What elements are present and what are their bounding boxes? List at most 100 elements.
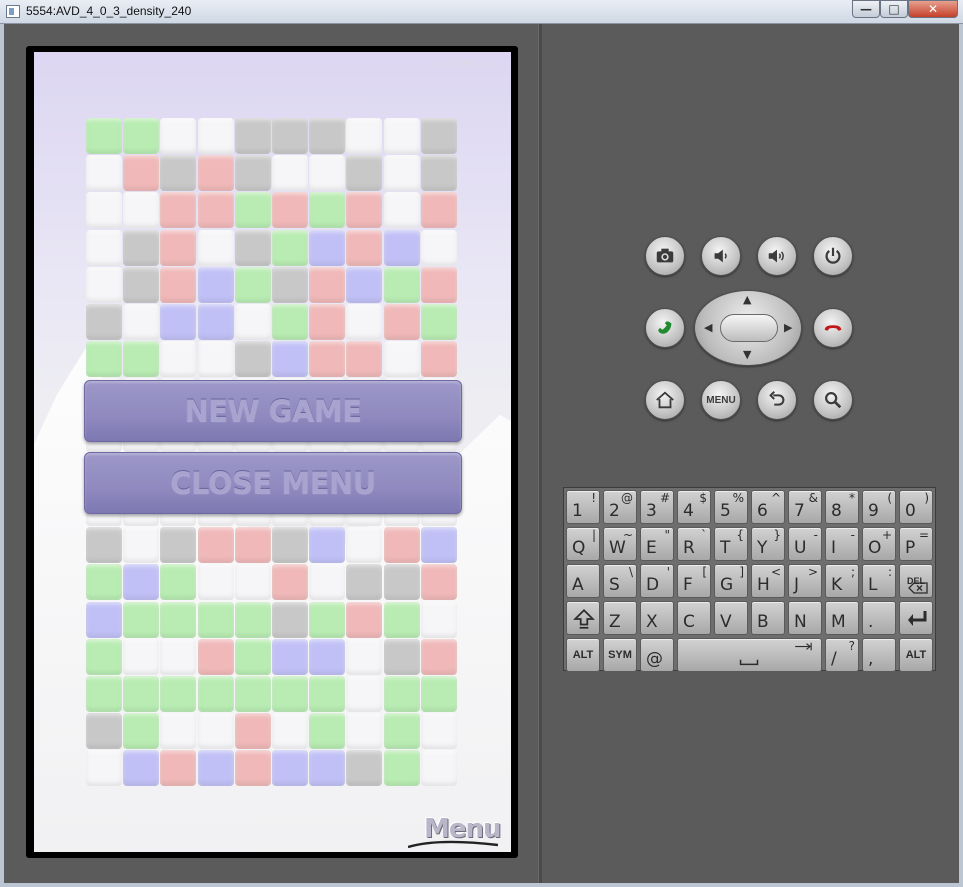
grid-tile[interactable]	[272, 229, 308, 266]
grid-tile[interactable]	[383, 192, 420, 229]
key-t[interactable]: T{	[714, 527, 748, 561]
grid-tile[interactable]	[346, 155, 383, 192]
alt-left-key[interactable]: ALT	[566, 638, 600, 672]
grid-tile[interactable]	[420, 638, 457, 675]
grid-tile[interactable]	[123, 638, 160, 675]
grid-tile[interactable]	[234, 192, 271, 229]
grid-tile[interactable]	[420, 750, 457, 787]
key-x[interactable]: X	[640, 601, 674, 635]
grid-tile[interactable]	[197, 118, 234, 154]
volume-up-button[interactable]	[757, 236, 797, 276]
grid-tile[interactable]	[383, 564, 420, 601]
grid-tile[interactable]	[346, 341, 383, 378]
grid-tile[interactable]	[309, 266, 346, 303]
maximize-button[interactable]: □	[880, 0, 908, 18]
grid-tile[interactable]	[86, 527, 122, 564]
minimize-button[interactable]: —	[852, 0, 880, 18]
grid-tile[interactable]	[160, 601, 197, 638]
grid-tile[interactable]	[272, 638, 308, 675]
key-z[interactable]: Z	[603, 601, 637, 635]
grid-tile[interactable]	[160, 229, 197, 266]
grid-tile[interactable]	[86, 564, 122, 601]
grid-tile[interactable]	[420, 676, 457, 712]
key-7[interactable]: 7 &	[788, 490, 822, 524]
key-0[interactable]: 0)	[899, 490, 933, 524]
delete-key[interactable]: DEL	[899, 564, 933, 598]
grid-tile[interactable]	[309, 750, 346, 787]
grid-tile[interactable]	[234, 676, 271, 712]
grid-tile[interactable]	[234, 155, 271, 192]
grid-tile[interactable]	[309, 713, 346, 750]
grid-tile[interactable]	[309, 638, 346, 675]
call-button[interactable]	[645, 308, 685, 348]
grid-tile[interactable]	[123, 304, 160, 340]
key-q[interactable]: Q |	[566, 527, 600, 561]
grid-tile[interactable]	[197, 229, 234, 266]
grid-tile[interactable]	[234, 266, 271, 303]
close-menu-button[interactable]: CLOSE MENU	[84, 452, 462, 514]
key-y[interactable]: Y}	[751, 527, 785, 561]
grid-tile[interactable]	[160, 192, 197, 229]
key-b[interactable]: B	[751, 601, 785, 635]
grid-tile[interactable]	[86, 750, 122, 787]
key-d[interactable]: D '	[640, 564, 674, 598]
grid-tile[interactable]	[309, 192, 346, 229]
grid-tile[interactable]	[346, 601, 383, 638]
grid-tile[interactable]	[309, 155, 346, 192]
search-button[interactable]	[813, 380, 853, 420]
grid-tile[interactable]	[383, 304, 420, 340]
grid-tile[interactable]	[197, 192, 234, 229]
grid-tile[interactable]	[234, 304, 271, 340]
grid-tile[interactable]	[383, 750, 420, 787]
grid-tile[interactable]	[346, 304, 383, 340]
grid-tile[interactable]	[383, 266, 420, 303]
dpad-down-icon[interactable]: ▼	[743, 349, 751, 360]
grid-tile[interactable]	[234, 229, 271, 266]
grid-tile[interactable]	[420, 341, 457, 378]
grid-tile[interactable]	[346, 750, 383, 787]
grid-tile[interactable]	[160, 750, 197, 787]
shift-key[interactable]	[566, 601, 600, 635]
grid-tile[interactable]	[197, 304, 234, 340]
grid-tile[interactable]	[272, 676, 308, 712]
grid-tile[interactable]	[272, 304, 308, 340]
grid-tile[interactable]	[309, 564, 346, 601]
key-f[interactable]: F[	[677, 564, 711, 598]
grid-tile[interactable]	[420, 564, 457, 601]
dpad-right-icon[interactable]: ▶	[784, 322, 792, 333]
grid-tile[interactable]	[123, 266, 160, 303]
key-6[interactable]: 6 ^	[751, 490, 785, 524]
grid-tile[interactable]	[160, 266, 197, 303]
sym-key[interactable]: SYM	[603, 638, 637, 672]
grid-tile[interactable]	[86, 155, 122, 192]
key-v[interactable]: V	[714, 601, 748, 635]
grid-tile[interactable]	[272, 155, 308, 192]
key-i[interactable]: I-	[825, 527, 859, 561]
grid-tile[interactable]	[346, 266, 383, 303]
grid-tile[interactable]	[160, 638, 197, 675]
grid-tile[interactable]	[123, 155, 160, 192]
key-e[interactable]: E "	[640, 527, 674, 561]
key-j[interactable]: J >	[788, 564, 822, 598]
grid-tile[interactable]	[346, 638, 383, 675]
grid-tile[interactable]	[86, 266, 122, 303]
grid-tile[interactable]	[234, 750, 271, 787]
key-a[interactable]: A	[566, 564, 600, 598]
grid-tile[interactable]	[383, 713, 420, 750]
grid-tile[interactable]	[346, 676, 383, 712]
grid-tile[interactable]	[123, 527, 160, 564]
key-slash[interactable]: /?	[825, 638, 859, 672]
key-s[interactable]: S \	[603, 564, 637, 598]
grid-tile[interactable]	[123, 192, 160, 229]
key-8[interactable]: 8 *	[825, 490, 859, 524]
grid-tile[interactable]	[309, 118, 346, 154]
key-r[interactable]: R `	[677, 527, 711, 561]
key-l[interactable]: L:	[862, 564, 896, 598]
grid-tile[interactable]	[272, 750, 308, 787]
grid-tile[interactable]	[86, 304, 122, 340]
grid-tile[interactable]	[383, 229, 420, 266]
grid-tile[interactable]	[420, 118, 457, 154]
grid-tile[interactable]	[197, 750, 234, 787]
grid-tile[interactable]	[160, 527, 197, 564]
grid-tile[interactable]	[160, 341, 197, 378]
